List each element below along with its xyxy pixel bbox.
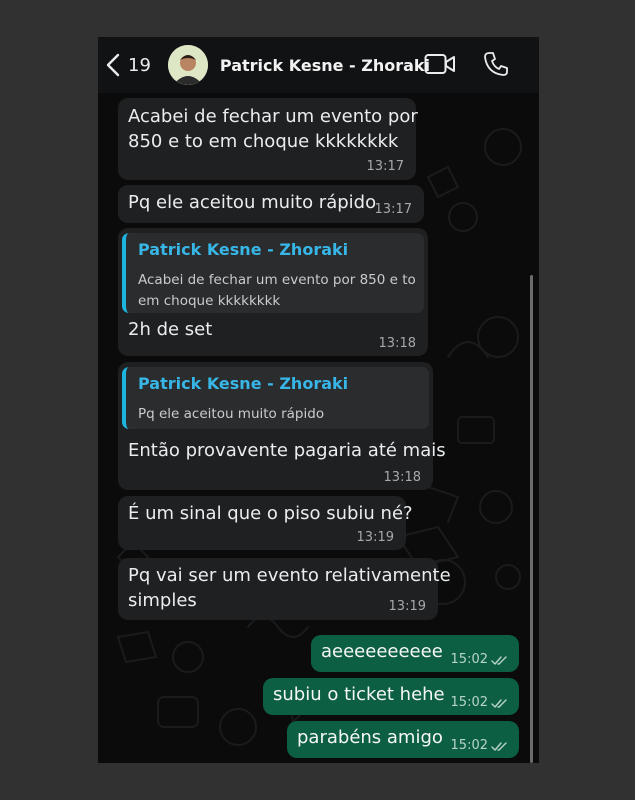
message-time: 13:18	[383, 470, 421, 485]
message-text: Então provavente pagaria até mais	[128, 440, 446, 461]
avatar[interactable]	[167, 45, 208, 85]
message-time: 13:17	[374, 202, 412, 217]
chat-screen: 19 Patrick Kesne - Zhoraki Acabei de fec…	[98, 37, 539, 763]
message-bubble[interactable]: Pq ele aceitou muito rápido 13:17	[118, 185, 424, 223]
quoted-text: Pq ele aceitou muito rápido	[138, 406, 325, 422]
quoted-author: Patrick Kesne - Zhoraki	[138, 374, 349, 393]
quoted-text: em choque kkkkkkkk	[138, 293, 281, 309]
message-text: Pq ele aceitou muito rápido	[128, 192, 377, 213]
reply-message-bubble[interactable]: Patrick Kesne - Zhoraki Acabei de fechar…	[118, 228, 428, 356]
read-receipt-icon	[491, 738, 509, 757]
message-text: 850 e to em choque kkkkkkkk	[128, 131, 399, 152]
message-bubble[interactable]: É um sinal que o piso subiu né? 13:19	[118, 496, 413, 550]
outgoing-message-bubble[interactable]: aeeeeeeeeee 15:02	[311, 635, 519, 672]
scrollbar[interactable]	[530, 275, 533, 763]
video-call-icon[interactable]	[424, 52, 456, 80]
outgoing-message-bubble[interactable]: parabéns amigo 15:02	[287, 721, 519, 758]
phone-call-icon[interactable]	[483, 51, 509, 81]
reply-message-bubble[interactable]: Patrick Kesne - Zhoraki Pq ele aceitou m…	[118, 362, 446, 490]
message-text: aeeeeeeeeee	[321, 641, 443, 662]
message-time: 13:18	[378, 336, 416, 351]
chat-header: 19 Patrick Kesne - Zhoraki	[98, 37, 539, 93]
quoted-message[interactable]: Patrick Kesne - Zhoraki Acabei de fechar…	[122, 233, 424, 313]
unread-count: 19	[128, 54, 151, 76]
outgoing-message-bubble[interactable]: subiu o ticket hehe 15:02	[263, 678, 519, 715]
message-time: 13:17	[366, 159, 404, 174]
read-receipt-icon	[491, 652, 509, 671]
message-bubble[interactable]: Acabei de fechar um evento por 850 e to …	[118, 98, 418, 180]
message-text: 2h de set	[128, 319, 213, 340]
read-receipt-icon	[491, 695, 509, 714]
message-time: 13:19	[388, 599, 426, 614]
chevron-left-icon	[106, 53, 120, 77]
message-time: 15:02	[450, 738, 488, 753]
message-time: 15:02	[450, 652, 488, 667]
message-bubble[interactable]: Pq vai ser um evento relativamente simpl…	[118, 558, 451, 620]
message-time: 15:02	[450, 695, 488, 710]
message-text: Acabei de fechar um evento por	[128, 106, 418, 127]
message-text: Pq vai ser um evento relativamente	[128, 565, 451, 586]
contact-name[interactable]: Patrick Kesne - Zhoraki	[220, 56, 430, 75]
quoted-message[interactable]: Patrick Kesne - Zhoraki Pq ele aceitou m…	[122, 367, 429, 429]
message-text: subiu o ticket hehe	[273, 684, 445, 705]
back-button[interactable]: 19	[106, 45, 151, 85]
message-text: É um sinal que o piso subiu né?	[128, 503, 413, 524]
quoted-author: Patrick Kesne - Zhoraki	[138, 240, 349, 259]
quoted-text: Acabei de fechar um evento por 850 e to	[138, 272, 416, 288]
message-text: parabéns amigo	[297, 727, 443, 748]
message-text: simples	[128, 590, 197, 611]
message-time: 13:19	[356, 530, 394, 545]
